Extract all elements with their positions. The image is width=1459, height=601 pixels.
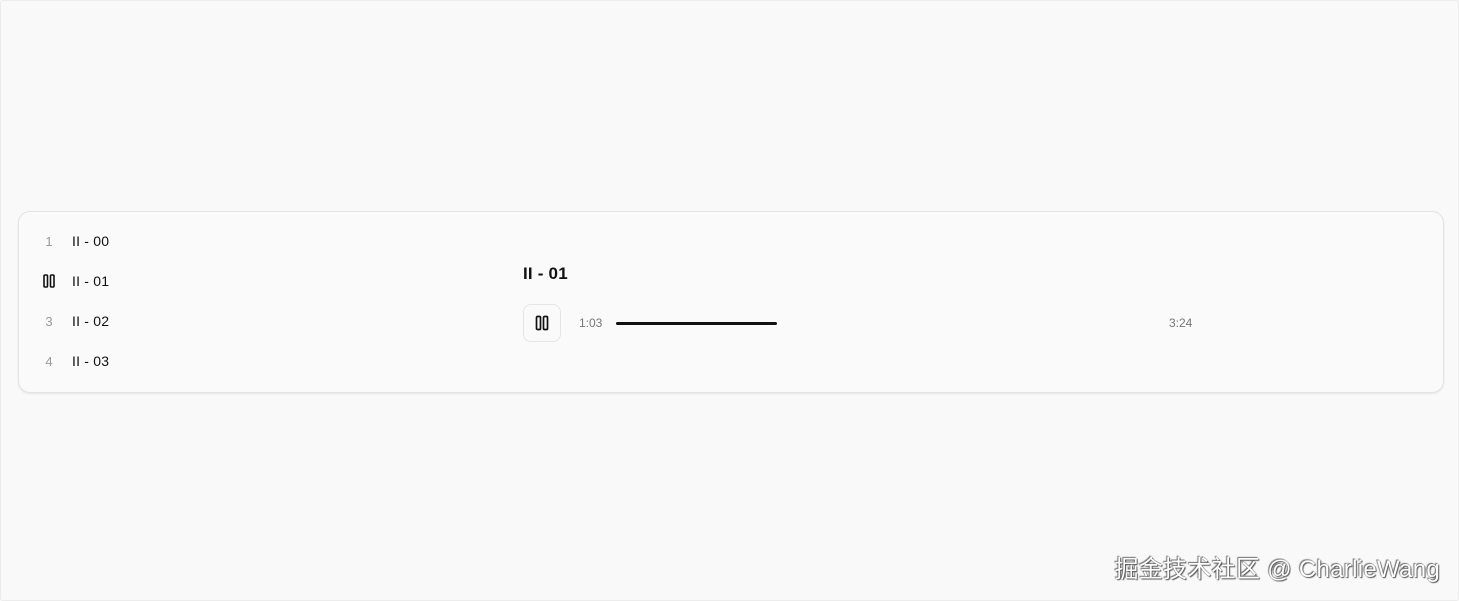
progress-bar[interactable] [616,322,1138,326]
page-frame: 1 II - 00 II - 01 3 II - 02 4 II - 03 II… [0,0,1459,601]
track-title: II - 00 [72,233,110,249]
track-title: II - 01 [72,273,110,289]
progress-fill [616,322,778,325]
track-item-active[interactable]: II - 01 [37,261,109,301]
pause-icon [535,315,549,331]
now-playing-title: II - 01 [523,264,568,283]
pause-button[interactable] [523,304,561,342]
playback-controls: 1:03 3:24 [523,304,1203,344]
track-item[interactable]: 1 II - 00 [37,221,109,261]
track-number: 4 [45,353,53,369]
track-title: II - 02 [72,313,110,329]
audio-player: 1 II - 00 II - 01 3 II - 02 4 II - 03 II… [18,211,1444,393]
track-title: II - 03 [72,353,110,369]
total-time: 3:24 [1169,316,1193,330]
track-number: 3 [45,313,53,329]
pause-icon [43,274,55,288]
track-item[interactable]: 3 II - 02 [37,301,109,341]
current-time: 1:03 [579,316,603,330]
track-playing-indicator [37,274,61,288]
watermark: 掘金技术社区 @ CharlieWang [1114,556,1440,583]
track-item[interactable]: 4 II - 03 [37,341,109,381]
track-number: 1 [45,233,53,249]
track-list: 1 II - 00 II - 01 3 II - 02 4 II - 03 [37,221,109,381]
